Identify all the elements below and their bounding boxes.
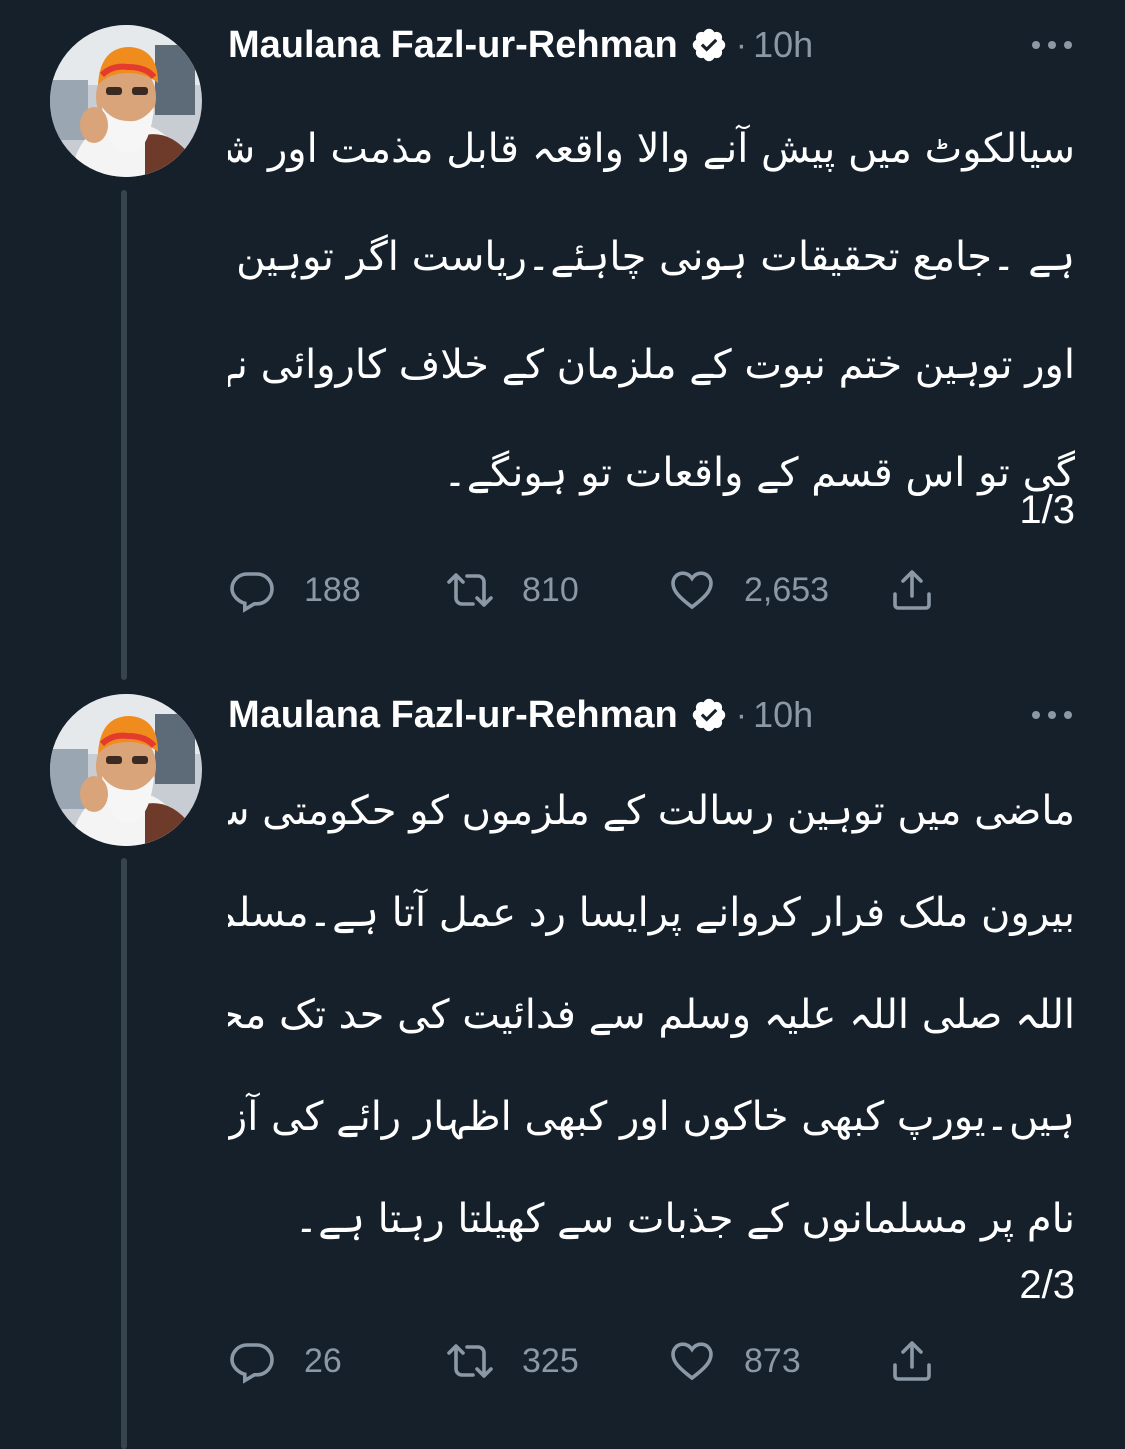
thread-counter: 1/3 xyxy=(1019,488,1075,532)
avatar-photo xyxy=(50,25,202,177)
tweet-1[interactable]: Maulana Fazl-ur-Rehman · 10h سیالکوٹ میں… xyxy=(0,0,1125,680)
tweet-text-line: گی تو اس قسم کے واقعات تو ہونگے۔ xyxy=(443,450,1075,496)
tweet-text-line: ہیں۔یورپ کبھی خاکوں اور کبھی اظہار رائے … xyxy=(228,1094,1075,1140)
retweet-count: 810 xyxy=(522,570,579,609)
tweet-text-line: بیرون ملک فرار کروانے پرایسا رد عمل آتا … xyxy=(228,890,1075,936)
share-icon xyxy=(893,570,931,610)
reply-count: 188 xyxy=(304,570,361,609)
tweet-text-line: ماضی میں توہین رسالت کے ملزموں کو حکومتی… xyxy=(228,788,1075,834)
reply-icon xyxy=(230,1343,274,1384)
like-count: 2,653 xyxy=(744,570,830,609)
tweet-text-line: اللہ صلی اللہ علیہ وسلم سے فدائیت کی حد … xyxy=(228,992,1075,1038)
retweet-icon xyxy=(447,1344,493,1378)
tweet-text-line: سیالکوٹ میں پیش آنے والا واقعہ قابل مذمت… xyxy=(228,126,1075,172)
like-button[interactable]: 2,653 xyxy=(668,560,829,620)
tweet-text: سیالکوٹ میں پیش آنے والا واقعہ قابل مذمت… xyxy=(228,95,1075,527)
more-options-icon[interactable] xyxy=(1030,30,1074,60)
tweet-text-line: ہے ۔جامع تحقیقات ہونی چاہئے۔ریاست اگر تو… xyxy=(228,234,1075,280)
separator-dot: · xyxy=(735,695,748,734)
reply-button[interactable]: 26 xyxy=(228,1331,342,1391)
tweet-text-line: اور توہین ختم نبوت کے ملزمان کے خلاف کار… xyxy=(228,342,1075,388)
tweet-header: Maulana Fazl-ur-Rehman · 10h xyxy=(228,20,813,70)
like-count: 873 xyxy=(744,1341,801,1380)
more-options-icon[interactable] xyxy=(1030,700,1074,730)
separator-dot: · xyxy=(735,25,748,64)
tweet-actions: 26 325 873 xyxy=(228,1331,978,1391)
reply-icon xyxy=(230,572,274,613)
timeline: Maulana Fazl-ur-Rehman · 10h سیالکوٹ میں… xyxy=(0,0,1125,1449)
author-name[interactable]: Maulana Fazl-ur-Rehman xyxy=(228,694,678,737)
share-button[interactable] xyxy=(888,560,936,620)
tweet-2[interactable]: Maulana Fazl-ur-Rehman · 10h ماضی میں تو… xyxy=(0,680,1125,1449)
share-icon xyxy=(893,1341,931,1381)
avatar[interactable] xyxy=(50,25,202,177)
verified-badge-icon xyxy=(690,26,728,64)
heart-icon xyxy=(671,1342,713,1381)
reply-button[interactable]: 188 xyxy=(228,560,361,620)
avatar-photo xyxy=(50,694,202,846)
tweet-text-line: نام پر مسلمانوں کے جذبات سے کھیلتا رہتا … xyxy=(294,1196,1075,1242)
retweet-count: 325 xyxy=(522,1341,579,1380)
retweet-button[interactable]: 325 xyxy=(446,1331,579,1391)
reply-count: 26 xyxy=(304,1341,342,1380)
thread-counter: 2/3 xyxy=(1019,1263,1075,1307)
like-button[interactable]: 873 xyxy=(668,1331,801,1391)
thread-connector-line xyxy=(121,858,127,1449)
tweet-header: Maulana Fazl-ur-Rehman · 10h xyxy=(228,690,813,740)
retweet-icon xyxy=(447,573,493,607)
timestamp[interactable]: 10h xyxy=(753,694,813,736)
avatar[interactable] xyxy=(50,694,202,846)
tweet-text: ماضی میں توہین رسالت کے ملزموں کو حکومتی… xyxy=(228,760,1075,1270)
tweet-actions: 188 810 2,653 xyxy=(228,560,978,620)
heart-icon xyxy=(671,571,713,610)
author-name[interactable]: Maulana Fazl-ur-Rehman xyxy=(228,24,678,67)
share-button[interactable] xyxy=(888,1331,936,1391)
thread-connector-line xyxy=(121,190,127,680)
verified-badge-icon xyxy=(690,696,728,734)
timestamp[interactable]: 10h xyxy=(753,24,813,66)
retweet-button[interactable]: 810 xyxy=(446,560,579,620)
